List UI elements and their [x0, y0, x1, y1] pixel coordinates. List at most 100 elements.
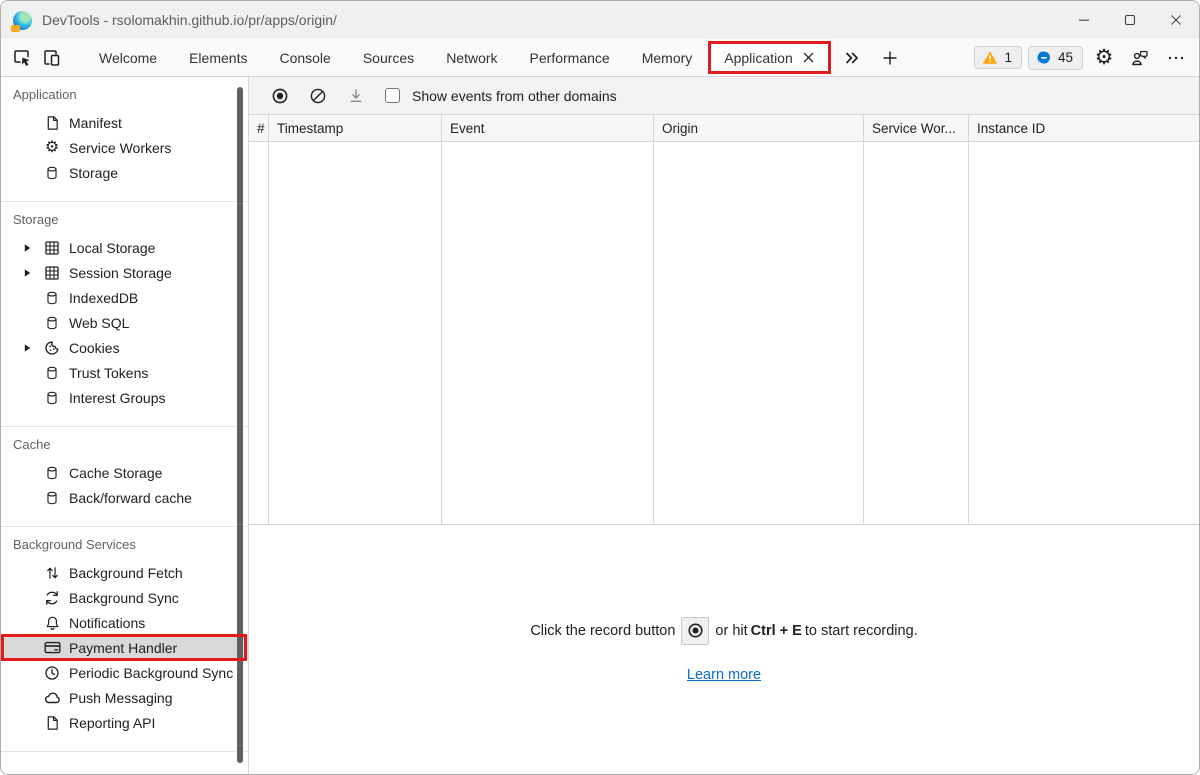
instruction-text-suffix: to start recording.: [805, 623, 918, 639]
events-empty-state: Click the record button or hit Ctrl + E …: [249, 525, 1199, 774]
tab-application[interactable]: Application: [708, 39, 831, 76]
save-events-button[interactable]: [339, 81, 373, 111]
sidebar-item-notifications[interactable]: Notifications: [1, 610, 248, 635]
more-tabs-icon[interactable]: [837, 43, 867, 73]
inspect-icon[interactable]: [7, 43, 37, 73]
warning-badge[interactable]: 1: [974, 46, 1022, 69]
sidebar-scrollbar[interactable]: [237, 87, 243, 763]
sidebar-item-label: Notifications: [69, 615, 145, 631]
database-icon: [43, 490, 61, 506]
sidebar-item-cookies[interactable]: Cookies: [1, 335, 248, 360]
sidebar-item-label: Service Workers: [69, 140, 171, 156]
tab-label: Sources: [363, 50, 414, 66]
sidebar-item-background-sync[interactable]: Background Sync: [1, 585, 248, 610]
cookie-icon: [43, 340, 61, 356]
maximize-button[interactable]: [1107, 1, 1153, 39]
more-menu-icon[interactable]: [1161, 43, 1191, 73]
feedback-icon[interactable]: [1125, 43, 1155, 73]
column-header-[interactable]: #: [249, 115, 269, 141]
database-icon: [43, 465, 61, 481]
warning-icon: [982, 50, 998, 65]
sidebar-item-web-sql[interactable]: Web SQL: [1, 310, 248, 335]
message-badge[interactable]: 45: [1028, 46, 1083, 70]
column-body-event: [442, 142, 654, 524]
bell-icon: [43, 615, 61, 631]
database-icon: [43, 365, 61, 381]
learn-more-link[interactable]: Learn more: [687, 667, 761, 683]
tab-welcome[interactable]: Welcome: [83, 39, 173, 76]
expand-arrow-icon[interactable]: [23, 343, 43, 353]
device-toolbar-icon[interactable]: [37, 43, 67, 73]
shortcut-text: Ctrl + E: [751, 623, 802, 639]
sidebar-item-label: IndexedDB: [69, 290, 138, 306]
sidebar-item-background-fetch[interactable]: Background Fetch: [1, 560, 248, 585]
expand-arrow-icon[interactable]: [23, 243, 43, 253]
sidebar-item-label: Background Fetch: [69, 565, 183, 581]
sidebar-item-service-workers[interactable]: ⚙Service Workers: [1, 135, 248, 160]
tab-label: Application: [724, 50, 793, 66]
sidebar-item-manifest[interactable]: Manifest: [1, 110, 248, 135]
cloud-icon: [43, 691, 61, 705]
sidebar-item-label: Session Storage: [69, 265, 172, 281]
sidebar-item-trust-tokens[interactable]: Trust Tokens: [1, 360, 248, 385]
tab-bar-right-cluster: 1 45 ⚙: [974, 43, 1191, 73]
tab-network[interactable]: Network: [430, 39, 513, 76]
sidebar-item-label: Reporting API: [69, 715, 155, 731]
credit-card-icon: [43, 640, 61, 655]
warning-count: 1: [1004, 50, 1012, 65]
show-events-checkbox[interactable]: [385, 88, 400, 103]
tab-memory[interactable]: Memory: [626, 39, 709, 76]
tab-performance[interactable]: Performance: [514, 39, 626, 76]
tab-label: Console: [279, 50, 330, 66]
column-header-origin[interactable]: Origin: [654, 115, 864, 141]
tab-sources[interactable]: Sources: [347, 39, 430, 76]
sidebar-item-label: Cache Storage: [69, 465, 162, 481]
events-table-header: #TimestampEventOriginService Wor...Insta…: [249, 115, 1199, 142]
close-button[interactable]: [1153, 1, 1199, 39]
close-tab-icon[interactable]: [802, 51, 815, 64]
record-button-illustration: [681, 617, 709, 645]
sidebar-item-label: Manifest: [69, 115, 122, 131]
sidebar-item-session-storage[interactable]: Session Storage: [1, 260, 248, 285]
sync-icon: [43, 590, 61, 606]
tab-console[interactable]: Console: [263, 39, 346, 76]
expand-arrow-icon[interactable]: [23, 268, 43, 278]
section-title: Background Services: [1, 535, 248, 560]
record-button[interactable]: [263, 81, 297, 111]
sidebar-item-periodic-background-sync[interactable]: Periodic Background Sync: [1, 660, 248, 685]
column-header-service-wor[interactable]: Service Wor...: [864, 115, 969, 141]
sidebar-item-storage[interactable]: Storage: [1, 160, 248, 185]
sidebar-item-payment-handler[interactable]: Payment Handler: [1, 635, 248, 660]
sidebar-item-label: Background Sync: [69, 590, 179, 606]
column-body-origin: [654, 142, 864, 524]
minimize-button[interactable]: [1061, 1, 1107, 39]
window-controls: [1061, 1, 1199, 39]
tab-elements[interactable]: Elements: [173, 39, 263, 76]
clear-button[interactable]: [301, 81, 335, 111]
window-title: DevTools - rsolomakhin.github.io/pr/apps…: [42, 12, 337, 28]
sidebar-item-push-messaging[interactable]: Push Messaging: [1, 685, 248, 710]
settings-gear-icon[interactable]: ⚙: [1089, 43, 1119, 73]
sidebar-item-indexeddb[interactable]: IndexedDB: [1, 285, 248, 310]
column-header-event[interactable]: Event: [442, 115, 654, 141]
section-title: Storage: [1, 210, 248, 235]
column-header-timestamp[interactable]: Timestamp: [269, 115, 442, 141]
column-header-instance-id[interactable]: Instance ID: [969, 115, 1199, 141]
database-icon: [43, 290, 61, 306]
table-icon: [43, 265, 61, 281]
empty-state-instruction: Click the record button or hit Ctrl + E …: [527, 617, 920, 645]
sidebar-section-cache: CacheCache StorageBack/forward cache: [1, 427, 248, 527]
sidebar-item-back-forward-cache[interactable]: Back/forward cache: [1, 485, 248, 510]
sidebar-item-local-storage[interactable]: Local Storage: [1, 235, 248, 260]
database-icon: [43, 390, 61, 406]
devtools-tab-bar: WelcomeElements Console Sources NetworkPerf…: [1, 39, 1199, 77]
sidebar-item-cache-storage[interactable]: Cache Storage: [1, 460, 248, 485]
table-icon: [43, 240, 61, 256]
application-panel-main: Show events from other domains #Timestam…: [249, 77, 1199, 774]
sidebar-item-interest-groups[interactable]: Interest Groups: [1, 385, 248, 410]
section-title: Application: [1, 85, 248, 110]
sidebar-item-reporting-api[interactable]: Reporting API: [1, 710, 248, 735]
add-tab-icon[interactable]: [875, 43, 905, 73]
events-table-body: [249, 142, 1199, 525]
message-icon: [1036, 50, 1052, 66]
